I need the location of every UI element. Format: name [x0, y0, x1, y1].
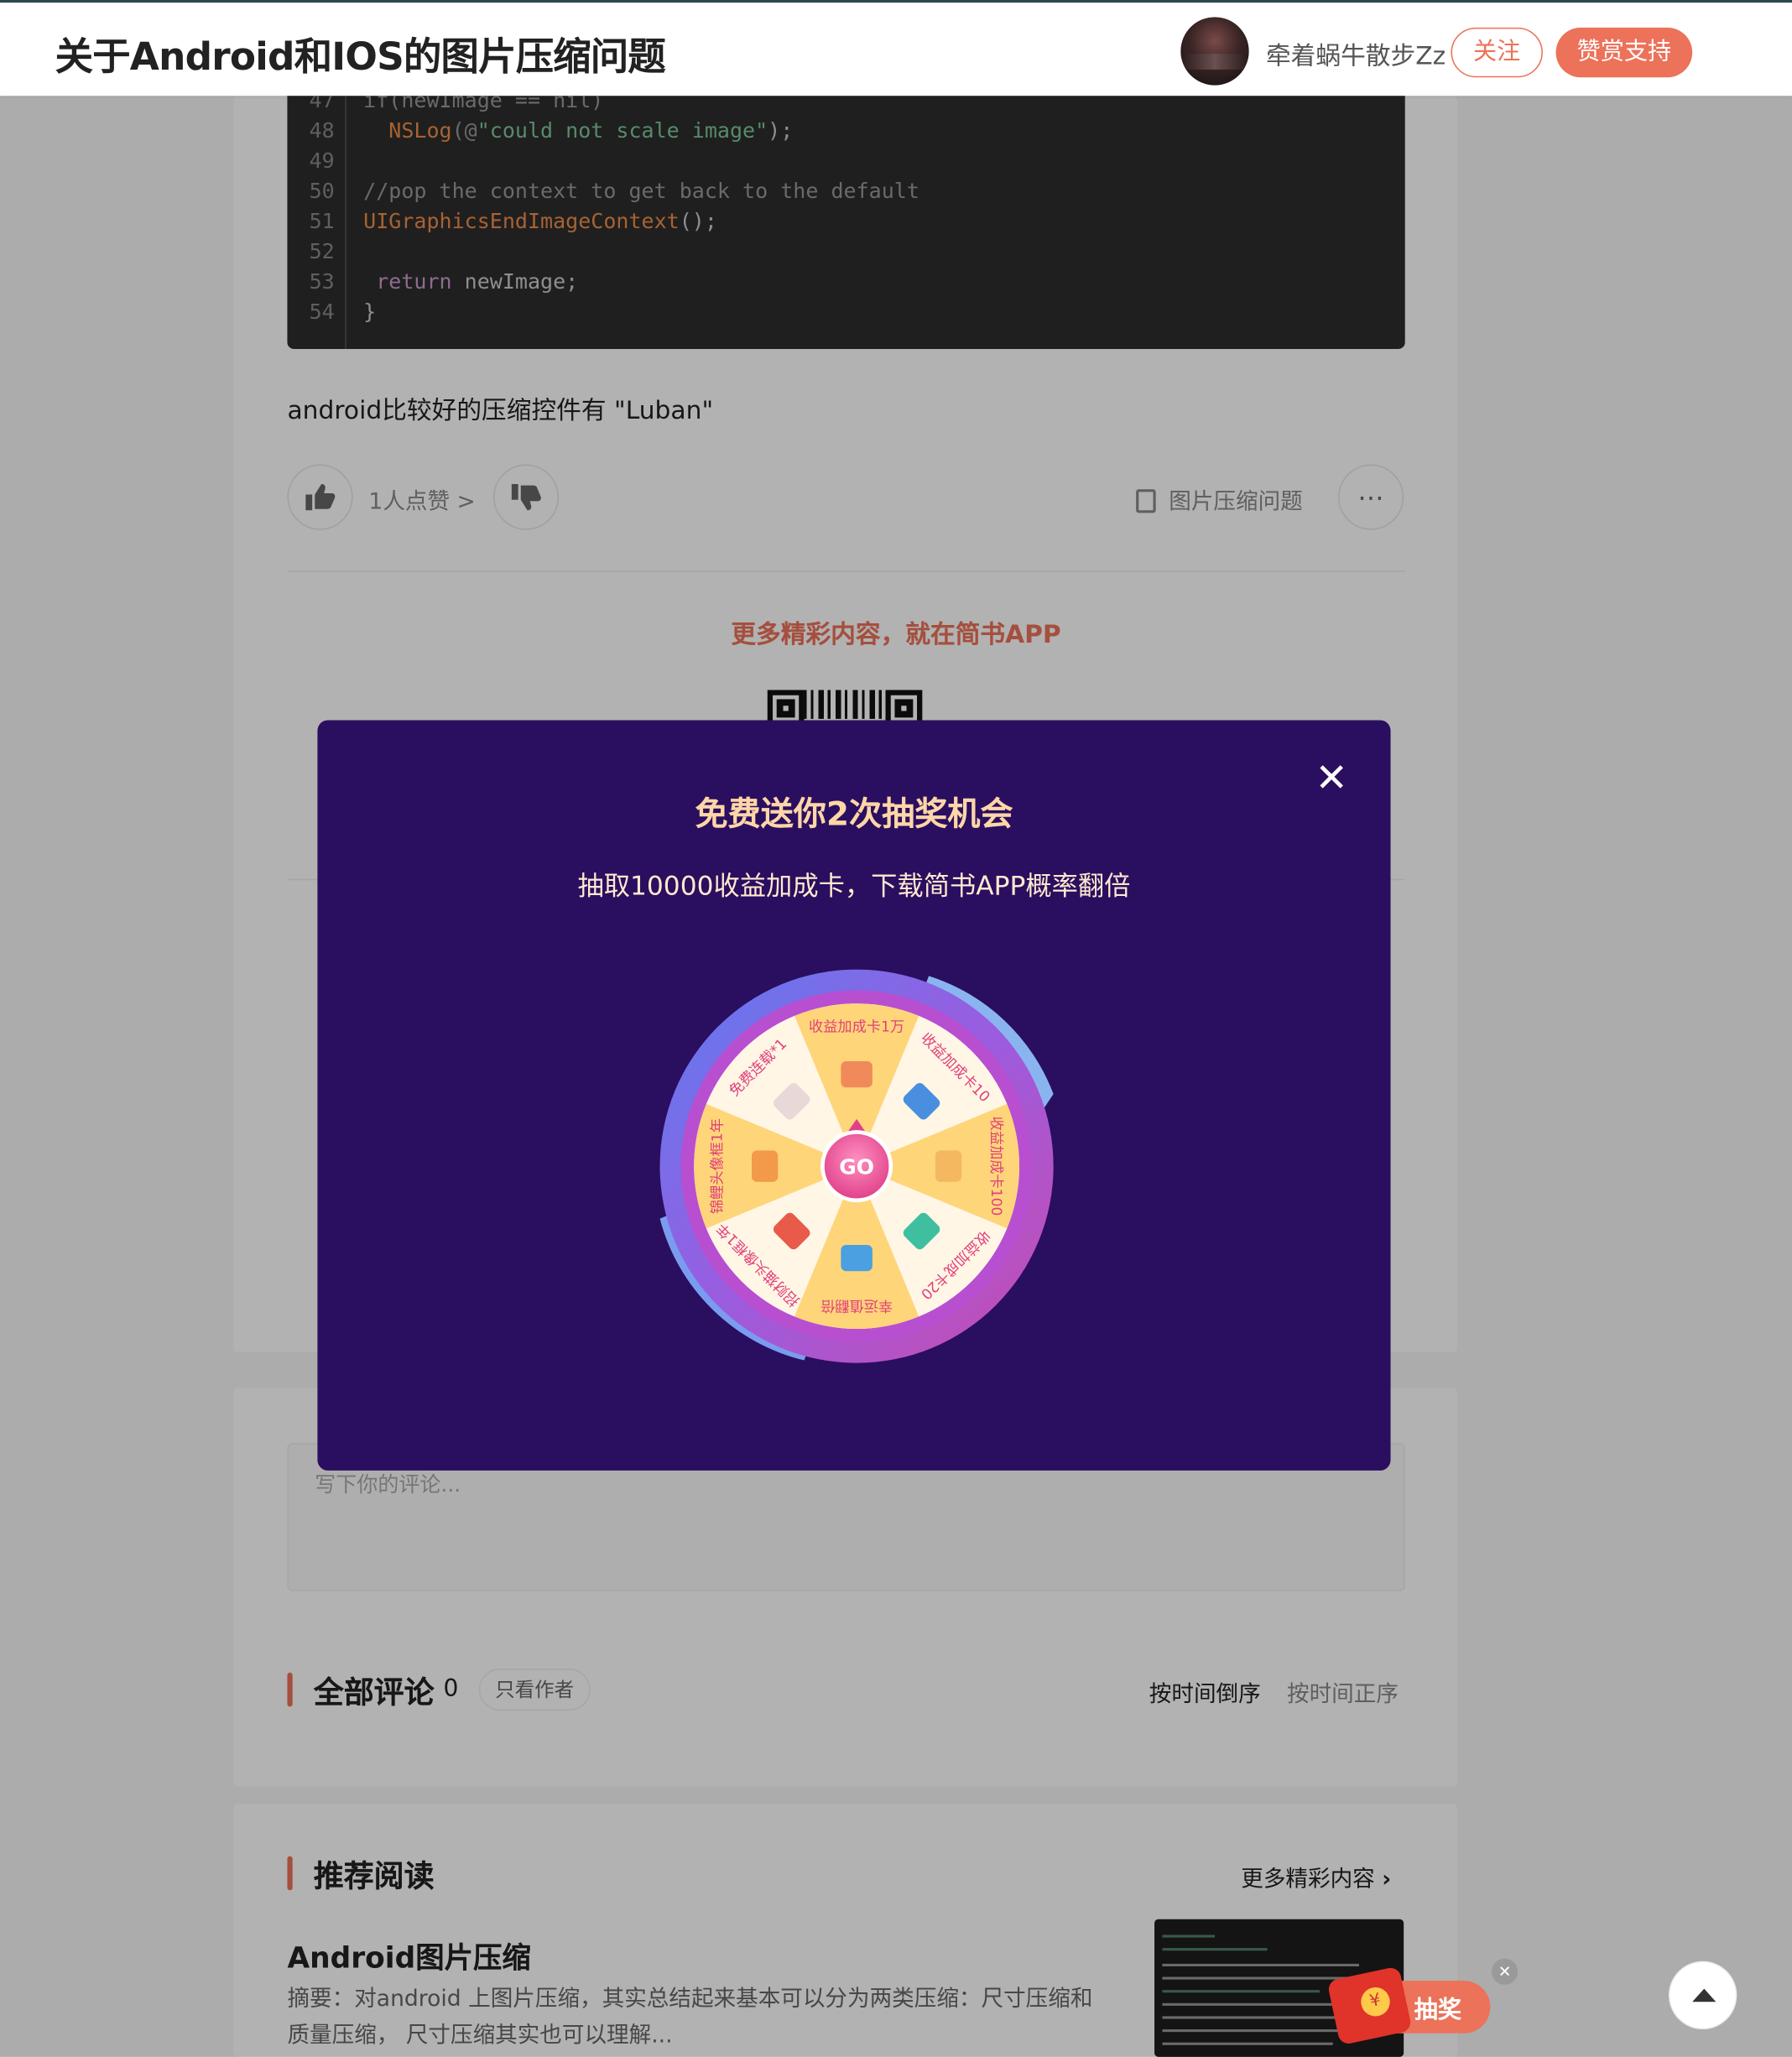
lottery-float-button[interactable]: 抽奖	[1326, 1966, 1491, 2046]
prize-icon	[841, 1244, 873, 1272]
author-avatar[interactable]	[1180, 17, 1249, 86]
follow-button[interactable]: 关注	[1451, 27, 1543, 78]
wheel-prize-label: 幸运值翻倍	[820, 1297, 893, 1314]
prize-icon	[935, 1150, 962, 1182]
close-icon[interactable]: ✕	[1491, 1958, 1519, 1985]
prize-icon	[841, 1061, 873, 1088]
modal-subtitle: 抽取10000收益加成卡，下载简书APP概率翻倍	[577, 869, 1131, 902]
wheel-prize-label: 收益加成卡1万	[809, 1018, 904, 1035]
wheel-prize-label: 收益加成卡100	[987, 1117, 1004, 1216]
wheel-prize-label: 锦鲤头像框1年	[709, 1118, 726, 1214]
lottery-label: 抽奖	[1414, 1996, 1461, 2024]
modal-title: 免费送你2次抽奖机会	[695, 794, 1013, 833]
article-title: 关于Android和IOS的图片压缩问题	[55, 34, 666, 79]
go-label: GO	[839, 1155, 874, 1180]
reward-button[interactable]: 赞赏支持	[1555, 27, 1693, 78]
lottery-modal: ✕ 免费送你2次抽奖机会 抽取10000收益加成卡，下载简书APP概率翻倍 收益…	[317, 720, 1391, 1471]
back-to-top-button[interactable]	[1669, 1961, 1737, 2030]
author-name[interactable]: 牵着蜗牛散步Zz	[1266, 37, 1446, 72]
prize-wheel[interactable]: 收益加成卡1万收益加成卡10收益加成卡100收益加成卡20幸运值翻倍招财猫头像框…	[647, 969, 1066, 1377]
prize-icon	[752, 1150, 779, 1182]
top-header: 关于Android和IOS的图片压缩问题 牵着蜗牛散步Zz 关注 赞赏支持	[0, 0, 1792, 96]
